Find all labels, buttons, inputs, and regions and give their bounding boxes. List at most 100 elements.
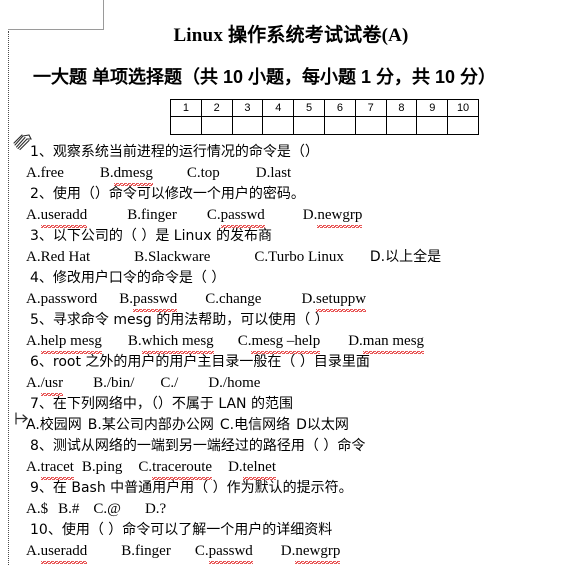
option-text: useradd (40, 541, 87, 564)
section-heading: 一大题 单项选择题（共 10 小题，每小题 1 分，共 10 分） (33, 67, 497, 87)
answer-cell[interactable] (416, 116, 449, 135)
option-label: D. (348, 333, 363, 349)
option-d[interactable]: D./home (208, 375, 260, 391)
option-text: 以上全是 (385, 249, 442, 265)
option-text: dmesg (113, 163, 154, 186)
answer-cell[interactable] (262, 116, 295, 135)
question-options: A.校园网 B.某公司内部办公网 C.电信网络 D以太网 (0, 415, 582, 436)
answer-cell[interactable] (231, 116, 264, 135)
option-d[interactable]: D.last (256, 165, 291, 181)
option-d[interactable]: D以太网 (296, 417, 349, 433)
option-d[interactable]: D.man mesg (348, 331, 425, 354)
option-d[interactable]: D.newgrp (281, 541, 341, 564)
option-b[interactable]: B./bin/ (93, 375, 134, 391)
option-c[interactable]: C.top (187, 165, 220, 181)
option-gap (87, 205, 127, 226)
option-c[interactable]: C.change (205, 291, 261, 307)
answer-col-header: 2 (200, 99, 233, 117)
option-c[interactable]: C.Turbo Linux (254, 249, 343, 265)
question-stem-text: 9、在 Bash 中普通用户用（ ）作为默认的提示符。 (30, 480, 353, 496)
answer-col-header: 4 (262, 99, 295, 117)
option-a[interactable]: A.校园网 (26, 417, 82, 433)
option-text: which mesg (141, 331, 214, 354)
question-options: A.password B.passwd C.change D.setuppw (0, 289, 582, 312)
option-b[interactable]: B.某公司内部办公网 (88, 417, 214, 433)
option-label: C. (160, 375, 175, 391)
option-label: A. (26, 417, 40, 433)
option-d[interactable]: D.telnet (228, 459, 277, 480)
option-a[interactable]: A.password (26, 291, 97, 307)
option-a[interactable]: A.$ (26, 501, 48, 517)
option-text: passwd (220, 205, 265, 228)
option-a[interactable]: A.help mesg (26, 331, 103, 354)
option-a[interactable]: A.free (26, 165, 64, 181)
option-b[interactable]: B.ping (82, 459, 122, 475)
option-label: D. (144, 501, 160, 517)
option-text: help mesg (40, 331, 103, 354)
answer-cell[interactable] (170, 116, 202, 135)
answer-cell[interactable] (354, 116, 387, 135)
option-text: top (200, 165, 220, 181)
answer-cell[interactable] (323, 116, 356, 135)
option-text: ? (159, 501, 167, 517)
option-text: man mesg (362, 331, 425, 354)
option-gap (87, 541, 121, 562)
option-text: 校园网 (39, 417, 82, 433)
answer-cell[interactable] (200, 116, 233, 135)
option-d[interactable]: D.以上全是 (370, 249, 441, 265)
option-text: change (218, 291, 262, 307)
option-c[interactable]: C.passwd (206, 205, 265, 228)
option-c[interactable]: C.@ (93, 501, 121, 517)
option-label: D. (255, 165, 271, 181)
option-b[interactable]: B.# (58, 501, 79, 517)
question-stem: 8、测试从网络的一端到另一端经过的路径用（ ）命令 (0, 436, 582, 457)
option-b[interactable]: B.finger (127, 207, 177, 223)
question-stem-text: 5、寻求命令 mesg 的用法帮助，可以使用（ ） (30, 312, 329, 328)
page-title: Linux 操作系统考试试卷(A) (173, 25, 409, 46)
option-text: newgrp (295, 541, 341, 564)
option-label: C. (206, 207, 221, 223)
option-c[interactable]: C.traceroute (138, 459, 212, 480)
option-text: Turbo Linux (268, 249, 344, 265)
option-label: B. (134, 249, 148, 265)
option-b[interactable]: B.finger (121, 543, 171, 559)
option-c[interactable]: C.passwd (195, 541, 253, 564)
option-c[interactable]: C./ (160, 375, 178, 391)
option-text: passwd (208, 541, 253, 564)
option-b[interactable]: B.passwd (119, 289, 178, 312)
option-d[interactable]: D.newgrp (303, 205, 363, 228)
answer-cell[interactable] (293, 116, 325, 135)
option-a[interactable]: A./usr (26, 375, 63, 396)
option-a[interactable]: A.Red Hat (26, 249, 90, 265)
option-c[interactable]: C.mesg –help (238, 331, 320, 354)
option-gap (344, 247, 370, 268)
option-text: last (270, 165, 292, 181)
answer-col-header: 6 (323, 99, 356, 117)
answer-col-header: 1 (170, 99, 202, 117)
option-a[interactable]: A.tracet (26, 457, 75, 480)
option-text: passwd (133, 289, 178, 312)
document-page: Linux 操作系统考试试卷(A) 一大题 单项选择题（共 10 小题，每小题 … (0, 0, 582, 565)
question-options: A.$ B.# C.@ D.? (0, 499, 582, 520)
answer-cell[interactable] (385, 116, 418, 135)
option-text: newgrp (317, 205, 363, 228)
option-b[interactable]: B.dmesg (100, 163, 154, 186)
option-gap (212, 457, 228, 478)
option-gap (178, 373, 208, 394)
option-text: mesg –help (251, 331, 320, 354)
option-b[interactable]: B.Slackware (134, 249, 210, 265)
option-gap (74, 457, 82, 478)
option-a[interactable]: A.useradd (26, 207, 87, 228)
option-d[interactable]: D.? (145, 501, 166, 517)
option-gap (48, 499, 58, 520)
option-label: B. (127, 333, 142, 349)
option-c[interactable]: C.电信网络 (220, 417, 290, 433)
option-gap (122, 457, 138, 478)
option-a[interactable]: A.useradd (26, 541, 87, 564)
option-b[interactable]: B.which mesg (127, 331, 214, 354)
answer-cell[interactable] (447, 116, 479, 135)
option-d[interactable]: D.setuppw (301, 291, 367, 312)
option-text: tracet (40, 457, 75, 480)
option-text: /home (222, 375, 261, 391)
question-stem: 9、在 Bash 中普通用户用（ ）作为默认的提示符。 (0, 478, 582, 499)
